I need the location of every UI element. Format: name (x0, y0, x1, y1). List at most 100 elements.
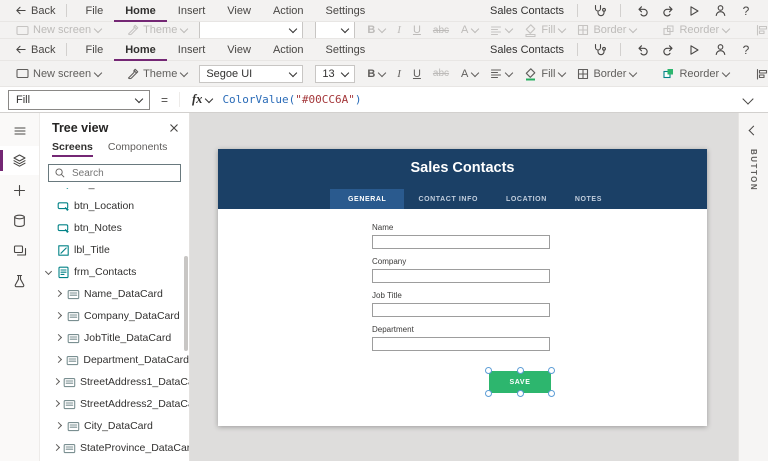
italic-button[interactable]: I (391, 24, 407, 36)
search-box[interactable] (48, 164, 181, 182)
tree-item-chevron[interactable] (54, 421, 63, 429)
redo-button[interactable] (656, 2, 680, 20)
font-size-box[interactable] (315, 22, 356, 38)
fx-dropdown[interactable]: fx (179, 92, 214, 107)
font-family-select[interactable]: Segoe UI (193, 64, 309, 83)
tree-item-lbl-title[interactable]: lbl_Title (40, 239, 189, 261)
font-size-box[interactable]: 13 (315, 64, 356, 83)
tree-item-chevron[interactable] (54, 355, 62, 363)
align-button[interactable]: Align (749, 68, 768, 80)
insert-button[interactable] (0, 176, 39, 205)
undo-button[interactable] (630, 41, 654, 59)
tree-tab-screens[interactable]: Screens (52, 141, 93, 157)
tree-item-chevron[interactable] (54, 333, 63, 341)
tree-item-city-datacard[interactable]: City_DataCard (40, 415, 189, 437)
tree-item-btn-location[interactable]: btn_Location (40, 195, 189, 217)
new-screen-button[interactable]: New screen (10, 68, 107, 80)
undo-button[interactable] (630, 2, 654, 20)
selection-handle[interactable] (516, 390, 524, 397)
text-align-button[interactable] (484, 24, 518, 36)
share-button[interactable] (708, 2, 732, 20)
underline-button[interactable]: U (407, 24, 427, 36)
theme-button[interactable]: Theme (121, 68, 193, 80)
tree-item-streetaddress1-datacard[interactable]: StreetAddress1_DataCard (40, 371, 189, 393)
menu-item-settings[interactable]: Settings (315, 0, 377, 22)
menu-button[interactable] (0, 116, 39, 145)
preview-button[interactable] (682, 2, 706, 20)
tree-item-chevron[interactable] (44, 267, 53, 275)
menu-item-action[interactable]: Action (262, 0, 315, 22)
field-input-name[interactable] (372, 235, 550, 249)
font-family-box[interactable]: Segoe UI (199, 64, 304, 83)
tree-item-btn-contactinfo[interactable]: btn_ContactInfo (40, 188, 189, 195)
screen-tab-location[interactable]: LOCATION (492, 189, 561, 209)
menu-item-file[interactable]: File (74, 39, 114, 61)
menu-item-home[interactable]: Home (114, 39, 167, 61)
back-button[interactable]: Back (10, 43, 59, 56)
italic-button[interactable]: I (391, 68, 407, 80)
advanced-tools-button[interactable] (0, 266, 39, 295)
text-align-button[interactable] (484, 68, 518, 79)
screen-header[interactable]: Sales Contacts GENERAL CONTACT INFO LOCATI… (218, 149, 707, 209)
tree-item-streetaddress2-datacard[interactable]: StreetAddress2_DataCard (40, 393, 189, 415)
redo-button[interactable] (656, 41, 680, 59)
tree-item-chevron[interactable] (52, 443, 61, 451)
menu-item-view[interactable]: View (216, 0, 262, 22)
selection-handle[interactable] (548, 390, 555, 397)
font-size-select[interactable] (309, 22, 361, 38)
tree-item-chevron[interactable] (52, 377, 61, 385)
fill-button[interactable]: Fill (518, 23, 571, 37)
new-screen-button[interactable]: New screen (10, 24, 107, 36)
screen-title[interactable]: Sales Contacts (218, 149, 707, 176)
border-button[interactable]: Border (571, 68, 642, 80)
reorder-button[interactable]: Reorder (656, 24, 735, 37)
menu-item-file[interactable]: File (74, 0, 114, 22)
fill-button[interactable]: Fill (518, 67, 571, 81)
menu-item-insert[interactable]: Insert (167, 39, 217, 61)
strikethrough-button[interactable]: abc (427, 25, 455, 36)
field-input-job-title[interactable] (372, 303, 550, 317)
tree-item-company-datacard[interactable]: Company_DataCard (40, 305, 189, 327)
strikethrough-button[interactable]: abc (427, 68, 455, 79)
tree-item-jobtitle-datacard[interactable]: JobTitle_DataCard (40, 327, 189, 349)
align-button[interactable]: Align (749, 24, 768, 36)
share-button[interactable] (708, 41, 732, 59)
help-button[interactable]: ? (734, 41, 758, 59)
tree-tab-components[interactable]: Components (108, 141, 168, 157)
tree-item-department-datacard[interactable]: Department_DataCard (40, 349, 189, 371)
bold-button[interactable]: B (361, 24, 391, 36)
screen-tab-notes[interactable]: NOTES (561, 189, 616, 209)
selection-handle[interactable] (548, 367, 555, 374)
tree-scrollbar[interactable] (184, 256, 188, 351)
menu-item-action[interactable]: Action (262, 39, 315, 61)
app-checker-button[interactable] (587, 2, 611, 20)
formula-input[interactable]: ColorValue("#00CC6A") (222, 93, 361, 106)
app-canvas[interactable]: Sales Contacts GENERAL CONTACT INFO LOCATI… (218, 149, 707, 426)
font-family-select[interactable] (193, 22, 309, 38)
media-button[interactable] (0, 236, 39, 265)
back-button[interactable]: Back (10, 4, 59, 17)
reorder-button[interactable]: Reorder (656, 67, 735, 80)
menu-item-settings[interactable]: Settings (315, 39, 377, 61)
tree-item-frm-contacts[interactable]: frm_Contacts (40, 261, 189, 283)
menu-item-view[interactable]: View (216, 39, 262, 61)
selection-handle[interactable] (485, 367, 492, 374)
field-input-department[interactable] (372, 337, 550, 351)
tree-item-stateprovince-datacard[interactable]: StateProvince_DataCard (40, 437, 189, 459)
underline-button[interactable]: U (407, 68, 427, 80)
bold-button[interactable]: B (361, 68, 391, 80)
preview-button[interactable] (682, 41, 706, 59)
expand-panel-button[interactable] (748, 125, 759, 137)
font-size-select[interactable]: 13 (309, 64, 361, 83)
close-panel-button[interactable] (169, 123, 179, 133)
border-button[interactable]: Border (571, 24, 642, 36)
search-input[interactable] (70, 166, 175, 180)
help-button[interactable]: ? (734, 2, 758, 20)
tree-item-chevron[interactable] (54, 311, 63, 319)
tree-item-chevron[interactable] (54, 289, 63, 297)
selection-handle[interactable] (485, 390, 492, 397)
data-button[interactable] (0, 206, 39, 235)
tree-item-name-datacard[interactable]: Name_DataCard (40, 283, 189, 305)
tree-view-button[interactable] (0, 146, 39, 175)
font-family-box[interactable] (199, 22, 304, 38)
